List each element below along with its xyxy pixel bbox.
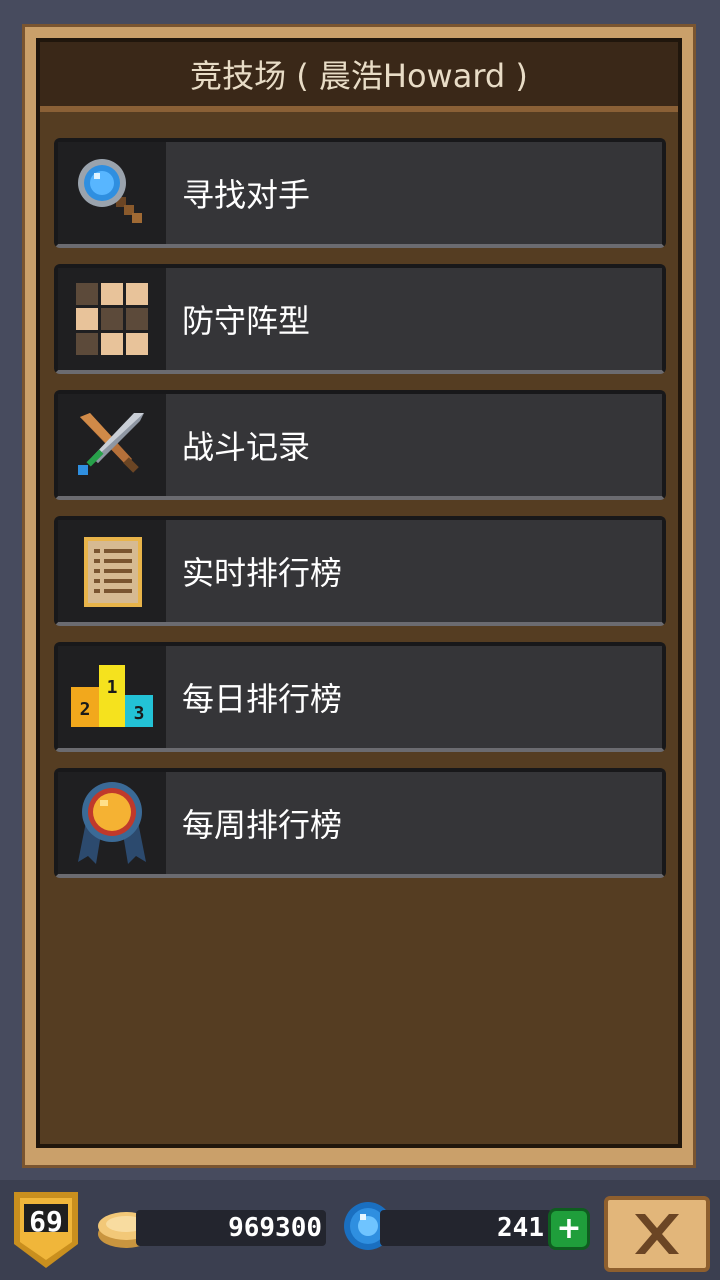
menu-item-label: 每日排行榜	[166, 646, 662, 748]
weekly-ranking-button[interactable]: 每周排行榜	[54, 768, 666, 878]
menu-item-label: 每周排行榜	[166, 772, 662, 874]
svg-text:2: 2	[80, 699, 91, 720]
title-divider	[40, 106, 678, 112]
crossed-swords-icon	[58, 394, 166, 496]
medal-icon	[58, 772, 166, 874]
find-opponent-button[interactable]: 寻找对手	[54, 138, 666, 248]
player-level: 69	[29, 1205, 63, 1238]
gem-amount: 241	[497, 1213, 544, 1243]
page-title-text: 竞技场 ( 晨浩Howard )	[190, 57, 528, 95]
battle-record-button[interactable]: 战斗记录	[54, 390, 666, 500]
svg-text:1: 1	[107, 677, 118, 698]
realtime-ranking-button[interactable]: 实时排行榜	[54, 516, 666, 626]
list-scroll-icon	[58, 520, 166, 622]
add-gems-button[interactable]: +	[548, 1208, 590, 1250]
magnifier-icon	[58, 142, 166, 244]
plus-icon: +	[556, 1211, 582, 1246]
svg-text:3: 3	[134, 703, 145, 724]
menu-item-label: 实时排行榜	[166, 520, 662, 622]
menu-item-label: 防守阵型	[166, 268, 662, 370]
daily-ranking-button[interactable]: 1 2 3 每日排行榜	[54, 642, 666, 752]
defense-formation-button[interactable]: 防守阵型	[54, 264, 666, 374]
gold-amount: 969300	[228, 1213, 322, 1243]
page-title: 竞技场 ( 晨浩Howard )	[40, 42, 678, 106]
podium-icon: 1 2 3	[58, 646, 166, 748]
close-icon	[635, 1214, 679, 1254]
close-button[interactable]	[604, 1196, 710, 1272]
menu-item-label: 寻找对手	[166, 142, 662, 244]
formation-grid-icon	[58, 268, 166, 370]
menu-item-label: 战斗记录	[166, 394, 662, 496]
